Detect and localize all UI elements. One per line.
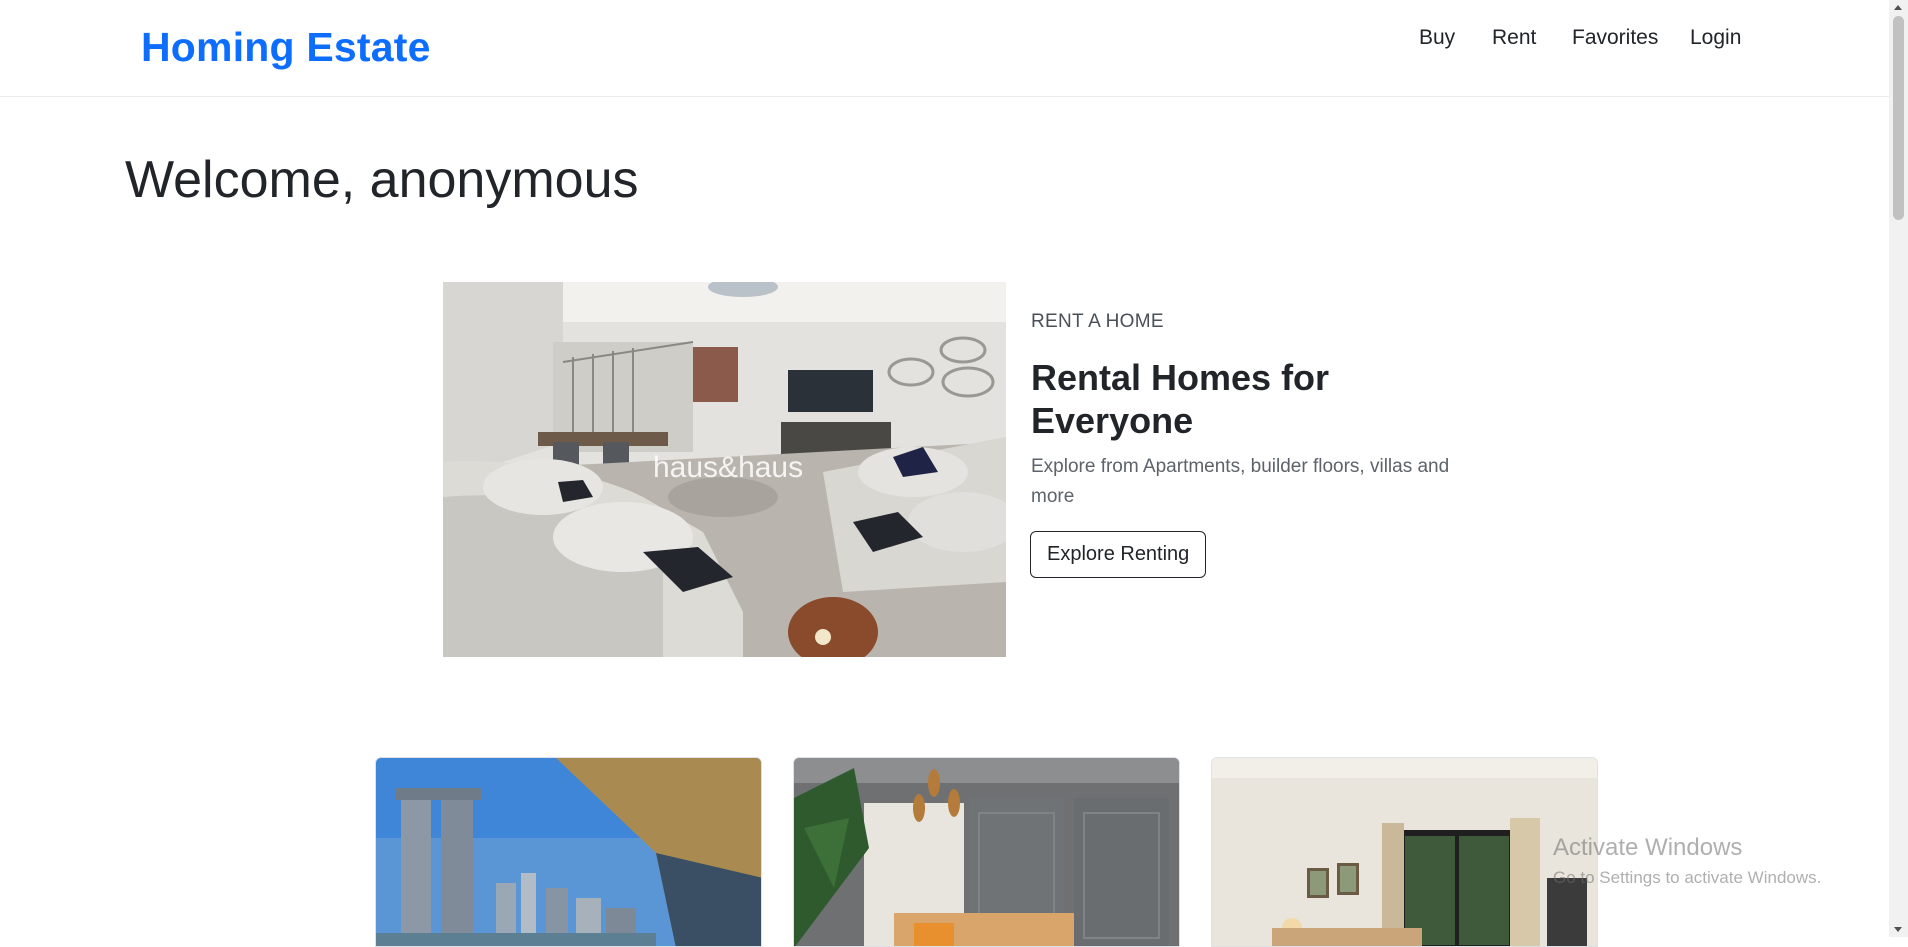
watermark-subtitle: Go to Settings to activate Windows.: [1553, 868, 1822, 887]
nav-link-rent[interactable]: Rent: [1492, 26, 1536, 50]
explore-renting-button[interactable]: Explore Renting: [1030, 531, 1207, 578]
nav-link-login[interactable]: Login: [1690, 26, 1741, 50]
property-card-2[interactable]: [793, 757, 1180, 947]
hero-image-watermark: haus&haus: [653, 451, 803, 484]
scrollbar-thumb[interactable]: [1893, 16, 1904, 220]
hero-image: haus&haus: [443, 282, 1006, 657]
property-card-image: [376, 758, 761, 946]
nav-link-favorites[interactable]: Favorites: [1572, 26, 1658, 50]
hero-description: Explore from Apartments, builder floors,…: [1031, 456, 1450, 507]
windows-activation-watermark: Activate Windows Go to Settings to activ…: [1553, 834, 1821, 888]
brand-logo-link[interactable]: Homing Estate: [141, 24, 431, 71]
watermark-title: Activate Windows: [1553, 834, 1743, 861]
property-card-image: [794, 758, 1179, 946]
nav-link-buy[interactable]: Buy: [1419, 26, 1455, 50]
scroll-down-arrow-icon[interactable]: [1894, 927, 1902, 932]
property-card-image: [1212, 758, 1597, 946]
hero-eyebrow: RENT A HOME: [1031, 311, 1164, 332]
page-title: Welcome, anonymous: [125, 151, 639, 209]
property-card-3[interactable]: [1211, 757, 1598, 947]
page-scrollbar[interactable]: [1889, 0, 1908, 937]
top-navbar: Homing Estate Buy Rent Favorites Login: [0, 0, 1904, 97]
scroll-up-arrow-icon[interactable]: [1894, 5, 1902, 10]
hero-title: Rental Homes for Everyone: [1031, 357, 1330, 441]
property-card-1[interactable]: [375, 757, 762, 947]
